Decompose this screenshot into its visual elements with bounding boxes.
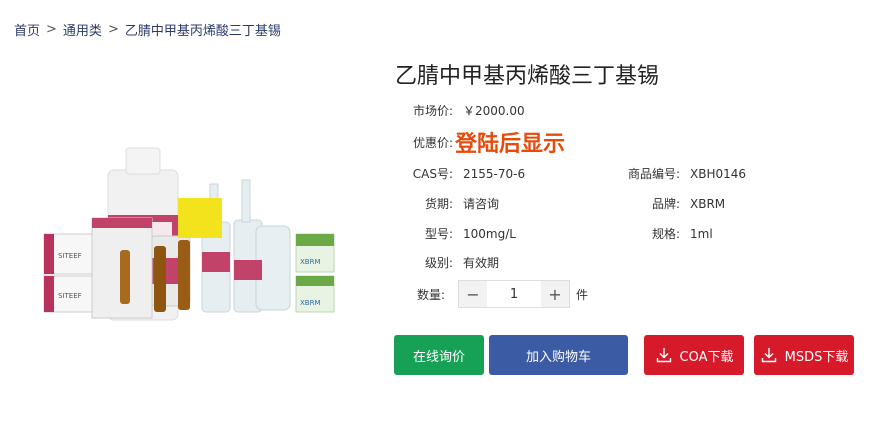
brand-row: 品牌: XBRM	[622, 195, 725, 212]
spec-value: 1ml	[690, 226, 713, 241]
market-price-value: ￥2000.00	[463, 104, 525, 118]
stock-value: 请咨询	[463, 197, 500, 211]
cas-value: 2155-70-6	[463, 166, 526, 181]
discount-value: 登陆后显示	[455, 132, 566, 157]
grade-row: 级别: 有效期	[395, 254, 499, 271]
quantity-unit: 件	[576, 287, 589, 302]
stock-label: 货期:	[424, 197, 453, 211]
download-icon	[761, 348, 776, 363]
cas-row: CAS号: 2155-70-6	[395, 165, 525, 182]
discount-label: 优惠价:	[412, 135, 453, 150]
box-brand-text: SITEEF	[58, 292, 82, 300]
product-photo: SITEEF SITEEF XBRM XBRM	[43, 147, 335, 321]
download-icon	[656, 348, 671, 363]
quantity-stepper: − +	[458, 280, 570, 308]
msds-download-label: MSDS下载	[784, 349, 849, 365]
breadcrumb: 首页 > 通用类 > 乙腈中甲基丙烯酸三丁基锡	[14, 20, 281, 39]
code-label: 商品编号:	[627, 167, 680, 181]
quantity-decrease-button[interactable]: −	[459, 281, 487, 307]
add-to-cart-button[interactable]: 加入购物车	[489, 335, 628, 375]
market-price-row: 市场价: ￥2000.00	[395, 102, 525, 119]
breadcrumb-separator: >	[107, 22, 119, 37]
grade-label: 级别:	[424, 256, 453, 270]
market-price-label: 市场价:	[412, 104, 453, 118]
grade-value: 有效期	[463, 256, 500, 270]
spec-label: 规格:	[651, 227, 680, 241]
coa-download-button[interactable]: COA下载	[644, 335, 744, 375]
quantity-input[interactable]	[487, 281, 541, 307]
product-image: SITEEF SITEEF XBRM XBRM	[38, 130, 348, 326]
spec-row: 规格: 1ml	[622, 225, 713, 242]
code-value: XBH0146	[690, 166, 747, 181]
code-row: 商品编号: XBH0146	[622, 165, 746, 182]
model-value: 100mg/L	[463, 226, 516, 241]
stock-row: 货期: 请咨询	[395, 195, 499, 212]
discount-row: 优惠价: 登陆后显示	[395, 126, 565, 158]
online-inquiry-button[interactable]: 在线询价	[394, 335, 484, 375]
brand-label: 品牌:	[651, 197, 680, 211]
logo-text: XBRM	[300, 258, 321, 266]
breadcrumb-home[interactable]: 首页	[14, 20, 40, 39]
quantity-row: 数量: − + 件	[395, 280, 588, 308]
model-row: 型号: 100mg/L	[395, 225, 516, 242]
cas-label: CAS号:	[412, 167, 453, 181]
logo-text: XBRM	[300, 299, 321, 307]
quantity-label: 数量:	[416, 287, 445, 302]
brand-value: XBRM	[690, 196, 726, 211]
product-title: 乙腈中甲基丙烯酸三丁基锡	[395, 64, 660, 89]
breadcrumb-current[interactable]: 乙腈中甲基丙烯酸三丁基锡	[125, 20, 281, 39]
add-to-cart-label: 加入购物车	[525, 349, 591, 365]
quantity-increase-button[interactable]: +	[541, 281, 569, 307]
breadcrumb-separator: >	[46, 22, 57, 37]
model-label: 型号:	[424, 227, 453, 241]
breadcrumb-category[interactable]: 通用类	[63, 20, 102, 39]
msds-download-button[interactable]: MSDS下载	[754, 335, 854, 375]
coa-download-label: COA下载	[679, 349, 734, 365]
online-inquiry-label: 在线询价	[412, 349, 465, 365]
box-brand-text: SITEEF	[58, 252, 82, 260]
